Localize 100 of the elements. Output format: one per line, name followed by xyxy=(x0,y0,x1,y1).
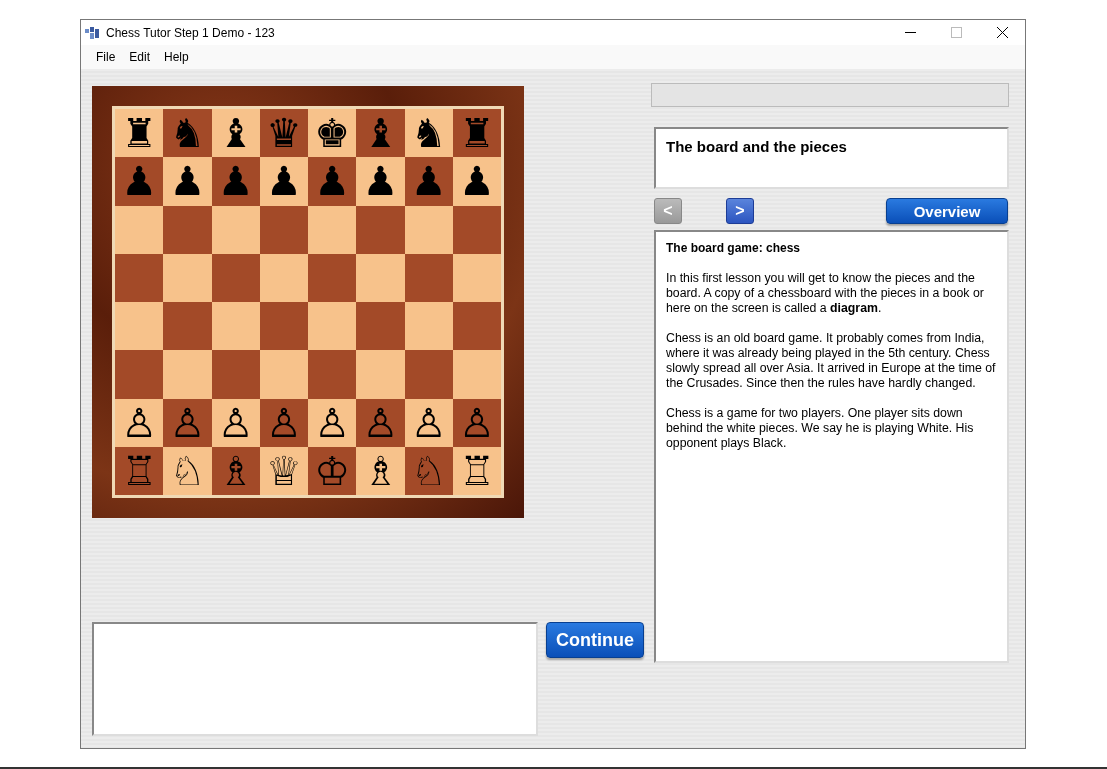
message-box[interactable] xyxy=(92,622,539,736)
board-square[interactable]: ♟ xyxy=(308,157,357,206)
chess-piece[interactable]: ♘ xyxy=(410,450,447,491)
chess-piece[interactable]: ♚ xyxy=(314,113,351,154)
board-square[interactable]: ♖ xyxy=(115,446,164,495)
chess-piece[interactable]: ♙ xyxy=(265,402,302,443)
chess-piece[interactable]: ♙ xyxy=(410,402,447,443)
chess-piece[interactable]: ♞ xyxy=(410,113,447,154)
menu-item[interactable]: File xyxy=(89,50,123,64)
chess-piece[interactable]: ♟ xyxy=(169,161,206,202)
board-square[interactable] xyxy=(211,205,260,254)
board-square[interactable] xyxy=(259,302,308,351)
chess-piece[interactable]: ♗ xyxy=(217,450,254,491)
next-button[interactable]: > xyxy=(726,198,754,224)
board-square[interactable] xyxy=(404,350,453,399)
board-square[interactable]: ♟ xyxy=(259,157,308,206)
chess-piece[interactable]: ♙ xyxy=(458,402,495,443)
overview-button[interactable]: Overview xyxy=(886,198,1008,224)
board-square[interactable]: ♟ xyxy=(356,157,405,206)
board-square[interactable]: ♟ xyxy=(211,157,260,206)
menu-item[interactable]: Edit xyxy=(122,50,158,64)
board-square[interactable]: ♛ xyxy=(259,109,308,158)
board-square[interactable]: ♟ xyxy=(163,157,212,206)
board-square[interactable] xyxy=(404,205,453,254)
board-square[interactable]: ♟ xyxy=(404,157,453,206)
chess-piece[interactable]: ♜ xyxy=(121,113,158,154)
chess-piece[interactable]: ♙ xyxy=(169,402,206,443)
chess-piece[interactable]: ♖ xyxy=(121,450,158,491)
board-square[interactable] xyxy=(452,253,501,302)
board-square[interactable] xyxy=(452,350,501,399)
chess-piece[interactable]: ♙ xyxy=(217,402,254,443)
chess-piece[interactable]: ♘ xyxy=(169,450,206,491)
board-square[interactable] xyxy=(356,205,405,254)
board-square[interactable] xyxy=(211,350,260,399)
board-square[interactable] xyxy=(259,205,308,254)
chess-piece[interactable]: ♙ xyxy=(121,402,158,443)
board-square[interactable]: ♞ xyxy=(404,109,453,158)
board-square[interactable]: ♟ xyxy=(115,157,164,206)
board-square[interactable] xyxy=(115,253,164,302)
board-square[interactable]: ♜ xyxy=(115,109,164,158)
board-square[interactable]: ♕ xyxy=(259,446,308,495)
board-square[interactable]: ♔ xyxy=(308,446,357,495)
board-square[interactable] xyxy=(115,350,164,399)
board-square[interactable] xyxy=(308,350,357,399)
chess-piece[interactable]: ♟ xyxy=(362,161,399,202)
chess-piece[interactable]: ♜ xyxy=(458,113,495,154)
board-square[interactable] xyxy=(115,302,164,351)
board-square[interactable]: ♗ xyxy=(356,446,405,495)
board-square[interactable] xyxy=(163,302,212,351)
board-square[interactable] xyxy=(211,253,260,302)
board-square[interactable]: ♙ xyxy=(115,398,164,447)
chess-piece[interactable]: ♕ xyxy=(265,450,302,491)
chess-piece[interactable]: ♟ xyxy=(217,161,254,202)
board-square[interactable]: ♙ xyxy=(452,398,501,447)
board-square[interactable] xyxy=(259,253,308,302)
board-square[interactable]: ♗ xyxy=(211,446,260,495)
board-square[interactable]: ♙ xyxy=(404,398,453,447)
board-square[interactable]: ♙ xyxy=(163,398,212,447)
chess-piece[interactable]: ♝ xyxy=(362,113,399,154)
board-square[interactable] xyxy=(308,205,357,254)
chess-piece[interactable]: ♟ xyxy=(121,161,158,202)
board-square[interactable] xyxy=(452,302,501,351)
board-square[interactable]: ♙ xyxy=(308,398,357,447)
board-square[interactable] xyxy=(404,302,453,351)
chess-piece[interactable]: ♟ xyxy=(410,161,447,202)
chess-piece[interactable]: ♟ xyxy=(458,161,495,202)
board-square[interactable] xyxy=(308,253,357,302)
chess-piece[interactable]: ♟ xyxy=(314,161,351,202)
chess-piece[interactable]: ♙ xyxy=(362,402,399,443)
board-square[interactable]: ♙ xyxy=(356,398,405,447)
board-square[interactable]: ♟ xyxy=(452,157,501,206)
chess-piece[interactable]: ♔ xyxy=(314,450,351,491)
chess-piece[interactable]: ♞ xyxy=(169,113,206,154)
board-square[interactable]: ♜ xyxy=(452,109,501,158)
continue-button[interactable]: Continue xyxy=(546,622,644,658)
board-square[interactable] xyxy=(404,253,453,302)
board-square[interactable]: ♘ xyxy=(163,446,212,495)
chess-piece[interactable]: ♖ xyxy=(458,450,495,491)
board-square[interactable] xyxy=(163,253,212,302)
board-square[interactable]: ♞ xyxy=(163,109,212,158)
board-square[interactable] xyxy=(356,302,405,351)
board-square[interactable] xyxy=(115,205,164,254)
board-square[interactable] xyxy=(356,253,405,302)
board-square[interactable] xyxy=(163,205,212,254)
board-square[interactable] xyxy=(452,205,501,254)
board-square[interactable]: ♖ xyxy=(452,446,501,495)
board-square[interactable] xyxy=(259,350,308,399)
board-square[interactable]: ♙ xyxy=(211,398,260,447)
board-square[interactable] xyxy=(211,302,260,351)
board-square[interactable] xyxy=(308,302,357,351)
chess-piece[interactable]: ♗ xyxy=(362,450,399,491)
menu-item[interactable]: Help xyxy=(157,50,196,64)
board-square[interactable]: ♘ xyxy=(404,446,453,495)
chess-piece[interactable]: ♙ xyxy=(314,402,351,443)
chess-piece[interactable]: ♟ xyxy=(265,161,302,202)
board-square[interactable]: ♚ xyxy=(308,109,357,158)
board-square[interactable]: ♝ xyxy=(356,109,405,158)
board-square[interactable]: ♙ xyxy=(259,398,308,447)
chess-piece[interactable]: ♛ xyxy=(265,113,302,154)
board-square[interactable]: ♝ xyxy=(211,109,260,158)
